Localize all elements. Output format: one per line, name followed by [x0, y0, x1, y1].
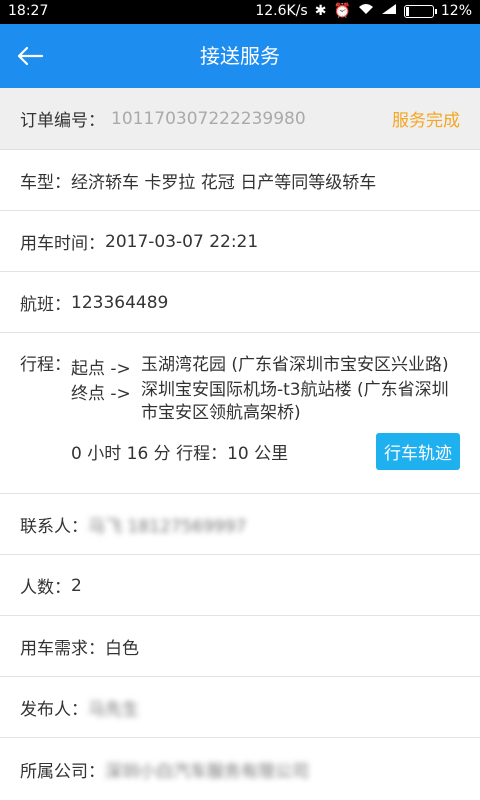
battery-icon: [403, 4, 437, 18]
requirement-label: 用车需求：: [20, 639, 105, 659]
bluetooth-icon: ✱: [314, 3, 327, 19]
people-row: 人数： 2: [0, 556, 480, 616]
trip-label: 行程：: [20, 355, 71, 375]
contact-label: 联系人：: [20, 517, 88, 537]
publisher-row: 发布人： 马先生: [0, 678, 480, 738]
people-label: 人数：: [20, 578, 71, 598]
time-value: 2017-03-07 22:21: [105, 231, 259, 252]
track-button[interactable]: 行车轨迹: [376, 433, 460, 470]
people-value: 2: [71, 575, 82, 596]
order-status: 服务完成: [392, 111, 460, 131]
requirement-value: 白色: [105, 639, 139, 659]
trip-end: 终点 -> 深圳宝安国际机场-t3航站楼 (广东省深圳市宝安区领航高架桥): [71, 379, 460, 425]
alarm-icon: ⏰: [333, 3, 351, 19]
time-label: 用车时间：: [20, 234, 105, 254]
trip-row: 行程： 起点 -> 玉湖湾花园 (广东省深圳市宝安区兴业路) 终点 -> 深圳宝…: [0, 334, 480, 494]
start-tag: 起点 ->: [71, 359, 131, 379]
flight-row: 航班： 123364489: [0, 273, 480, 333]
battery-fill: [405, 6, 409, 16]
order-row: 订单编号： 101170307222239980 服务完成: [0, 88, 480, 150]
end-tag: 终点 ->: [71, 384, 131, 404]
company-label: 所属公司：: [20, 762, 105, 782]
company-value: 深圳小白汽车服务有限公司: [105, 762, 309, 782]
publisher-value: 马先生: [88, 700, 139, 720]
end-address: 深圳宝安国际机场-t3航站楼 (广东省深圳市宝安区领航高架桥): [141, 380, 449, 423]
status-icons: 12.6K/s ✱ ⏰ 12%: [255, 3, 472, 19]
wifi-icon: [358, 3, 374, 19]
title-bar: 接送服务: [0, 24, 480, 88]
time-row: 用车时间： 2017-03-07 22:21: [0, 212, 480, 272]
contact-value: 马飞 18127569997: [88, 517, 247, 537]
battery-percent: 12%: [440, 3, 472, 19]
publisher-label: 发布人：: [20, 700, 88, 720]
company-row: 所属公司： 深圳小白汽车服务有限公司: [0, 739, 480, 800]
page-title: 接送服务: [200, 44, 280, 68]
network-speed: 12.6K/s: [255, 3, 308, 19]
flight-value: 123364489: [71, 292, 169, 313]
car-type-row: 车型： 经济轿车 卡罗拉 花冠 日产等同等级轿车: [0, 151, 480, 211]
status-time: 18:27: [8, 3, 49, 19]
status-bar: 18:27 12.6K/s ✱ ⏰ 12%: [0, 0, 480, 24]
order-number-label: 订单编号：: [20, 111, 105, 131]
contact-row: 联系人： 马飞 18127569997: [0, 495, 480, 555]
trip-start: 起点 -> 玉湖湾花园 (广东省深圳市宝安区兴业路): [71, 354, 460, 379]
start-address: 玉湖湾花园 (广东省深圳市宝安区兴业路): [141, 355, 449, 375]
signal-icon: [381, 3, 397, 19]
trip-body: 起点 -> 玉湖湾花园 (广东省深圳市宝安区兴业路) 终点 -> 深圳宝安国际机…: [71, 354, 460, 470]
order-number: 101170307222239980: [111, 108, 306, 129]
car-type-value: 经济轿车 卡罗拉 花冠 日产等同等级轿车: [71, 173, 377, 193]
car-type-label: 车型：: [20, 173, 71, 193]
flight-label: 航班：: [20, 295, 71, 315]
requirement-row: 用车需求： 白色: [0, 617, 480, 677]
